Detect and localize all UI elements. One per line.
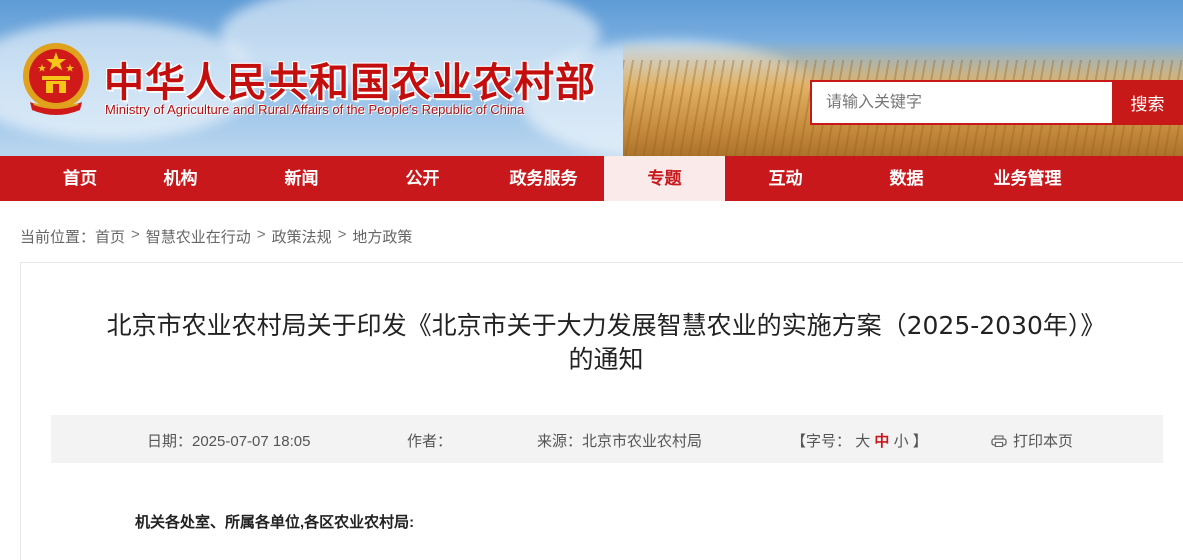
site-title-en[interactable]: Ministry of Agriculture and Rural Affair…	[105, 102, 524, 117]
article-title: 北京市农业农村局关于印发《北京市关于大力发展智慧农业的实施方案（2025-203…	[51, 309, 1161, 377]
article-title-line-1: 北京市农业农村局关于印发《北京市关于大力发展智慧农业的实施方案（2025-203…	[106, 311, 1106, 340]
national-emblem-icon[interactable]	[20, 40, 92, 120]
nav-item-topics[interactable]: 专题	[604, 156, 725, 201]
breadcrumb-item-policies[interactable]: 政策法规	[272, 226, 332, 247]
nav-item-business-management[interactable]: 业务管理	[967, 156, 1088, 201]
breadcrumb-item-smart-agriculture[interactable]: 智慧农业在行动	[146, 226, 251, 247]
print-page-label: 打印本页	[1013, 433, 1074, 450]
article-salutation: 机关各处室、所属各单位,各区农业农村局:	[135, 514, 415, 531]
font-size-small-button[interactable]: 小	[894, 433, 909, 450]
site-header: 中华人民共和国农业农村部 Ministry of Agriculture and…	[0, 0, 1183, 156]
nav-item-gov-services[interactable]: 政务服务	[483, 156, 604, 201]
print-page-button[interactable]: 打印本页	[991, 430, 1073, 451]
publish-date: 日期：2025-07-07 18:05	[147, 433, 311, 450]
font-size-large-button[interactable]: 大	[855, 433, 870, 450]
breadcrumb-item-home[interactable]: 首页	[95, 226, 125, 247]
nav-item-organization[interactable]: 机构	[120, 156, 241, 201]
breadcrumb-separator: >	[131, 226, 140, 243]
author-label: 作者：	[407, 433, 453, 450]
source-label: 来源：北京市农业农村局	[537, 433, 703, 450]
printer-icon	[991, 435, 1007, 447]
nav-item-disclosure[interactable]: 公开	[362, 156, 483, 201]
breadcrumb-separator: >	[337, 226, 347, 243]
breadcrumb: 当前位置： 首页 > 智慧农业在行动 > 政策法规 > 地方政策	[20, 226, 412, 247]
article-title-line-2: 的通知	[568, 345, 644, 374]
font-size-medium-button[interactable]: 中	[874, 433, 889, 450]
search-input[interactable]	[810, 80, 1112, 125]
font-size-control: 【字号： 大 中 小 】	[791, 430, 928, 451]
breadcrumb-item-local-policies[interactable]: 地方政策	[352, 226, 412, 247]
nav-item-home[interactable]: 首页	[40, 156, 120, 201]
article-meta-bar: 日期：2025-07-07 18:05 作者： 来源：北京市农业农村局 【字号：…	[51, 415, 1163, 463]
breadcrumb-prefix: 当前位置：	[20, 229, 96, 246]
search-button[interactable]: 搜索	[1112, 80, 1183, 125]
article-container: 北京市农业农村局关于印发《北京市关于大力发展智慧农业的实施方案（2025-203…	[20, 262, 1183, 560]
nav-item-interaction[interactable]: 互动	[725, 156, 846, 201]
main-nav: 首页 机构 新闻 公开 政务服务 专题 互动 数据 业务管理	[0, 156, 1183, 201]
nav-item-news[interactable]: 新闻	[241, 156, 362, 201]
font-size-label-open: 【字号：	[791, 433, 852, 450]
font-size-label-close: 】	[912, 433, 928, 450]
nav-item-data[interactable]: 数据	[846, 156, 967, 201]
breadcrumb-separator: >	[256, 226, 266, 243]
site-title-cn[interactable]: 中华人民共和国农业农村部	[104, 50, 596, 108]
